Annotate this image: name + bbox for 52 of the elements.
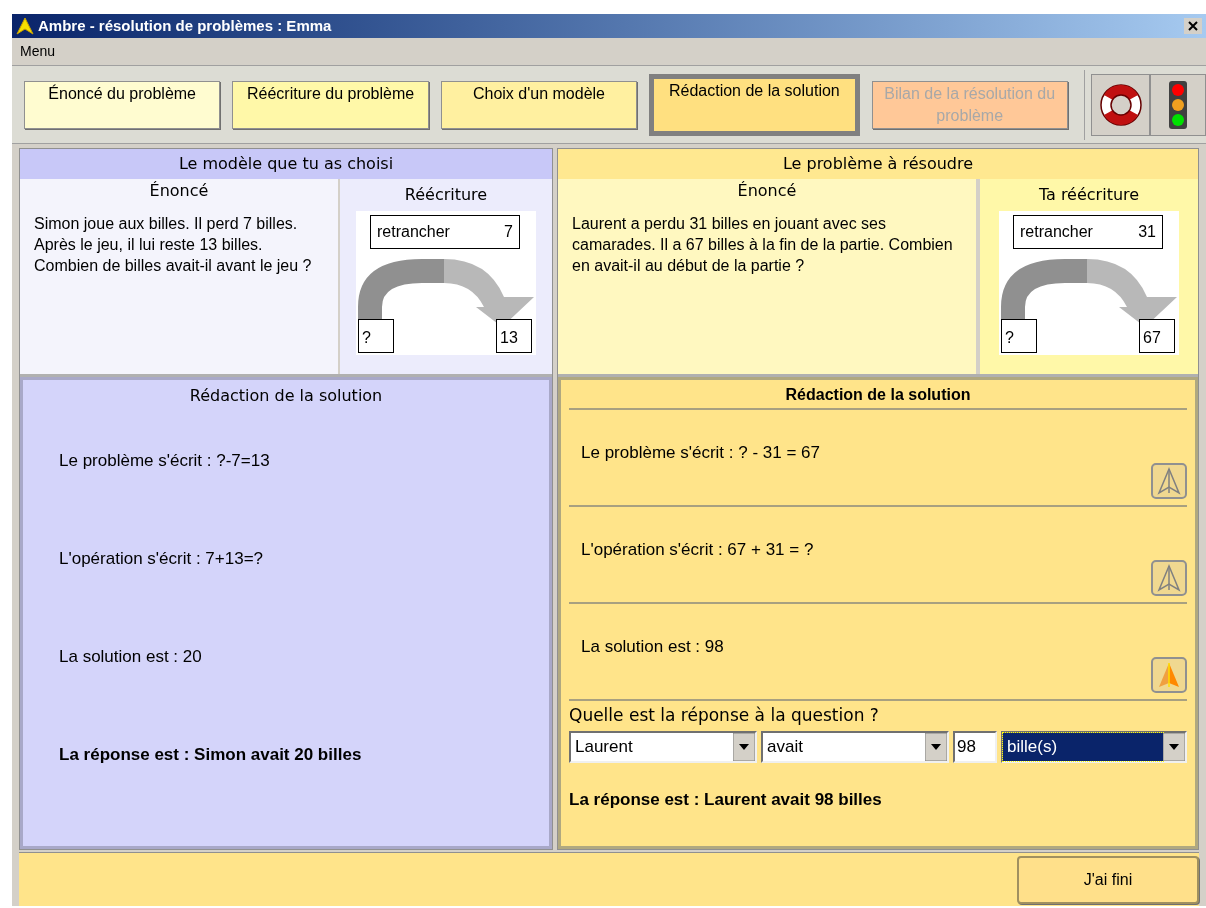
- panel-title: Ta réécriture: [1038, 184, 1140, 206]
- finish-button[interactable]: J'ai fini: [1017, 855, 1199, 904]
- dropdown-arrow-icon[interactable]: [1163, 732, 1185, 761]
- step-tab[interactable]: Choix d'un modèle: [440, 80, 638, 129]
- panel-title: Rédaction de la solution: [569, 380, 1187, 410]
- panel-title: Rédaction de la solution: [188, 385, 384, 407]
- start-value-box: ?: [1001, 319, 1037, 353]
- solution-line: L'opération s'écrit : 67 + 31 = ?: [581, 539, 814, 561]
- traffic-light-icon: [1168, 79, 1189, 130]
- panel-header: Le modèle que tu as choisi: [20, 149, 552, 179]
- operation-label: retrancher: [1020, 222, 1093, 242]
- operand-value: 7: [504, 222, 513, 242]
- panel-title: Réécriture: [404, 184, 488, 206]
- close-icon[interactable]: [1184, 18, 1202, 34]
- solution-line: Le problème s'écrit : ?-7=13: [59, 450, 270, 472]
- dropdown-arrow-icon[interactable]: [733, 732, 755, 761]
- help-button[interactable]: [1090, 73, 1151, 136]
- dropdown-field[interactable]: Laurent: [569, 730, 757, 763]
- dropdown-field[interactable]: avait: [761, 730, 949, 763]
- problem-statement: Simon joue aux billes. Il perd 7 billes. Après le jeu, il lui reste 13 billes. Combien de billes avait-il avant le jeu ?: [34, 214, 313, 276]
- solution-line: L'opération s'écrit : 7+13=?: [59, 548, 264, 570]
- panel-title: Énoncé: [736, 180, 798, 202]
- dropdown-field[interactable]: bille(s): [1001, 730, 1187, 763]
- logo-icon: [16, 17, 34, 35]
- number-field[interactable]: 98: [953, 730, 997, 763]
- hint-button[interactable]: [1151, 560, 1187, 596]
- arrowhead-icon: [1157, 661, 1181, 689]
- traffic-light-button[interactable]: [1150, 73, 1206, 136]
- dropdown-arrow-icon[interactable]: [925, 732, 947, 761]
- arrowhead-icon: [1157, 564, 1181, 592]
- operation-label: retrancher: [377, 222, 450, 242]
- window-title: Ambre - résolution de problèmes : Emma: [38, 15, 332, 36]
- question-label: Quelle est la réponse à la question ?: [569, 704, 880, 727]
- answer-text: La réponse est : Laurent avait 98 billes: [569, 788, 883, 811]
- lifebuoy-icon: [1097, 81, 1144, 128]
- end-value-box: 67: [1139, 319, 1175, 353]
- operand-value: 31: [1138, 222, 1156, 242]
- problem-statement: Laurent a perdu 31 billes en jouant avec ses camarades. Il a 67 billes à la fin de la partie. Combien en avait-il au début de la partie ?: [572, 214, 954, 276]
- step-tab[interactable]: Énoncé du problème: [24, 80, 221, 129]
- panel-header: Le problème à résoudre: [558, 149, 1198, 179]
- end-value-box: 13: [496, 319, 532, 353]
- solution-line: La solution est : 98: [581, 636, 724, 658]
- arrowhead-icon: [1157, 467, 1181, 495]
- solution-line: Le problème s'écrit : ? - 31 = 67: [581, 442, 820, 464]
- hint-button[interactable]: [1151, 463, 1187, 499]
- step-tab[interactable]: Réécriture du problème: [232, 80, 429, 129]
- panel-title: Énoncé: [148, 180, 210, 202]
- answer-text: La réponse est : Simon avait 20 billes: [59, 744, 362, 766]
- step-tab[interactable]: Rédaction de la solution: [649, 73, 860, 136]
- start-value-box: ?: [358, 319, 394, 353]
- menu-item[interactable]: Menu: [20, 41, 56, 62]
- solution-line: La solution est : 20: [59, 646, 202, 668]
